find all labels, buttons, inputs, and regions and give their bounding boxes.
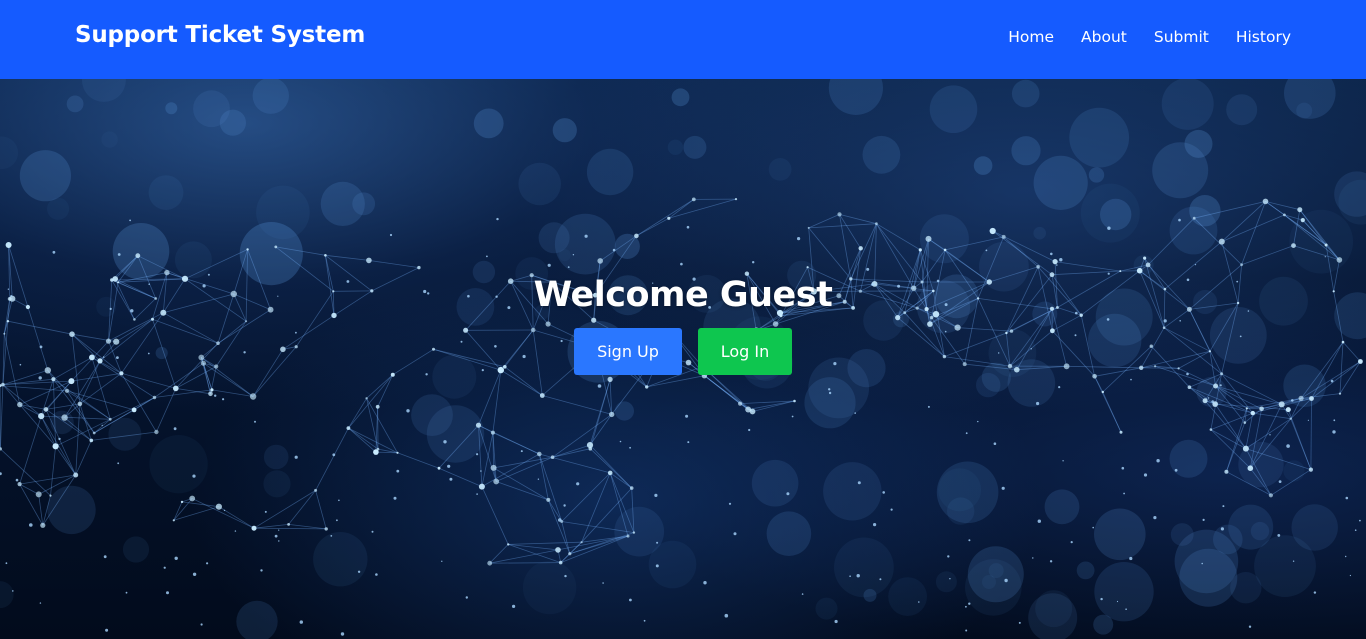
log-in-button[interactable]: Log In (698, 328, 792, 375)
nav-link-history[interactable]: History (1236, 28, 1291, 46)
hero-section: Welcome Guest Sign Up Log In (0, 79, 1366, 639)
nav-links: Home About Submit History (981, 28, 1291, 46)
network-background-image (0, 79, 1366, 639)
brand-title[interactable]: Support Ticket System (75, 22, 365, 48)
navbar: Support Ticket System Home About Submit … (0, 0, 1366, 79)
nav-link-about[interactable]: About (1081, 28, 1127, 46)
nav-link-submit[interactable]: Submit (1154, 28, 1209, 46)
sign-up-button[interactable]: Sign Up (574, 328, 682, 375)
nav-link-home[interactable]: Home (1008, 28, 1054, 46)
hero-title: Welcome Guest (533, 275, 833, 315)
